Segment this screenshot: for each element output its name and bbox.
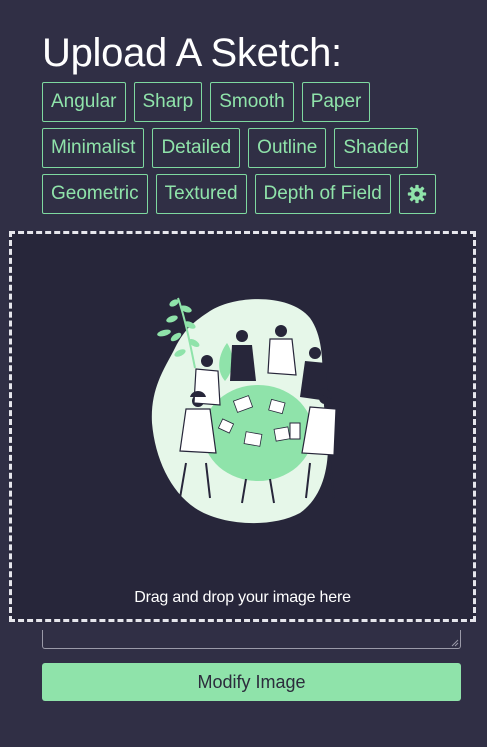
resize-handle-icon[interactable] <box>451 639 459 647</box>
style-tag-row: Minimalist Detailed Outline Shaded <box>42 128 418 168</box>
tag-paper-button[interactable]: Paper <box>301 82 371 122</box>
sketch-upload-page: Upload A Sketch: Angular Sharp Smooth Pa… <box>0 0 487 747</box>
style-tag-row: Geometric Textured Depth of Field <box>42 174 436 214</box>
tag-depth-of-field-button[interactable]: Depth of Field <box>254 174 391 214</box>
tag-smooth-button[interactable]: Smooth <box>210 82 294 122</box>
tag-minimalist-button[interactable]: Minimalist <box>42 128 145 168</box>
tag-outline-button[interactable]: Outline <box>248 128 327 168</box>
image-dropzone[interactable]: Drag and drop your image here <box>9 231 476 622</box>
tag-sharp-button[interactable]: Sharp <box>133 82 203 122</box>
dropzone-label: Drag and drop your image here <box>134 589 351 606</box>
tag-shaded-button[interactable]: Shaded <box>334 128 418 168</box>
style-tag-row: Angular Sharp Smooth Paper <box>42 82 371 122</box>
team-meeting-illustration <box>151 297 337 524</box>
tag-angular-button[interactable]: Angular <box>42 82 126 122</box>
prompt-textarea[interactable] <box>42 630 461 649</box>
tag-geometric-button[interactable]: Geometric <box>42 174 148 214</box>
modify-image-button[interactable]: Modify Image <box>42 663 461 701</box>
tag-textured-button[interactable]: Textured <box>155 174 247 214</box>
page-title: Upload A Sketch: <box>42 31 342 75</box>
gear-icon <box>408 184 427 204</box>
tag-detailed-button[interactable]: Detailed <box>152 128 241 168</box>
settings-button[interactable] <box>398 174 436 214</box>
